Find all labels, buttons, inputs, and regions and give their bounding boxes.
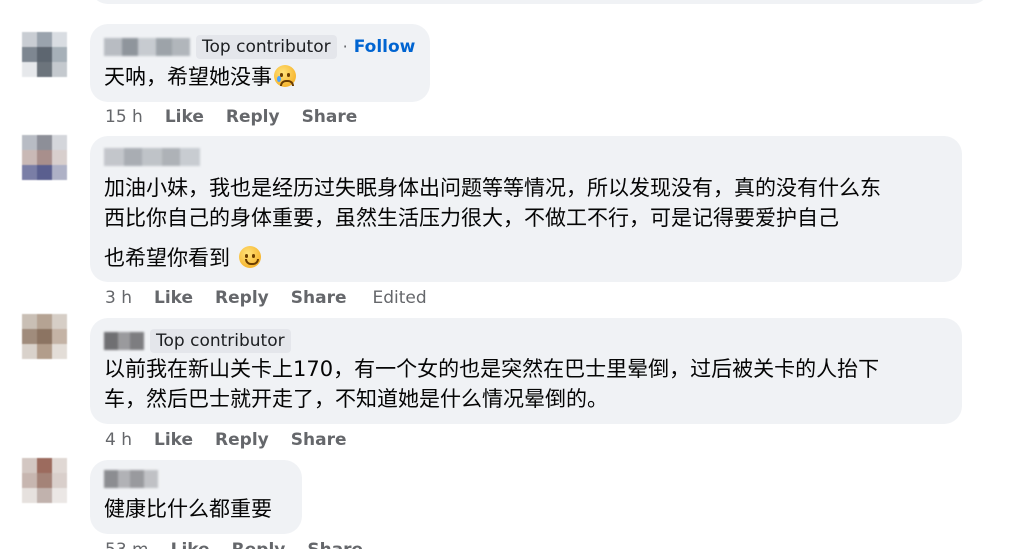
comment-bubble: Top contributor 以前我在新山关卡上170，有一个女的也是突然在巴… bbox=[90, 318, 962, 424]
comment-timestamp[interactable]: 53 m bbox=[105, 539, 149, 549]
comment-text-line: 以前我在新山关卡上170，有一个女的也是突然在巴士里晕倒，过后被关卡的人抬下 bbox=[104, 354, 879, 384]
comment-text-line: 西比你自己的身体重要，虽然生活压力很大，不做工不行，可是记得要爱护自己 bbox=[104, 203, 839, 233]
comment-text: 也希望你看到 bbox=[104, 246, 230, 270]
comment-text: 以前我在新山关卡上170，有一个女的也是突然在巴士里晕倒，过后被关卡的人抬下 bbox=[104, 357, 880, 381]
comment-timestamp[interactable]: 4 h bbox=[105, 429, 132, 451]
comment-actions: 4 h Like Reply Share bbox=[105, 429, 368, 451]
comment-actions: 53 m Like Reply Share bbox=[105, 539, 385, 549]
avatar[interactable] bbox=[22, 135, 68, 181]
redacted-author-name[interactable] bbox=[104, 470, 158, 488]
reply-button[interactable]: Reply bbox=[226, 106, 280, 128]
comment-text-line: 车，然后巴士就开走了，不知道她是什么情况晕倒的。 bbox=[104, 384, 608, 414]
comment-text: 车，然后巴士就开走了，不知道她是什么情况晕倒的。 bbox=[104, 387, 608, 411]
comment-author-row: Top contributor bbox=[104, 329, 291, 353]
follow-button[interactable]: Follow bbox=[354, 36, 416, 58]
reply-button[interactable]: Reply bbox=[215, 287, 269, 309]
comment-bubble: 加油小妹，我也是经历过失眠身体出问题等等情况，所以发现没有，真的没有什么东 西比… bbox=[90, 136, 962, 282]
comment-actions: 3 h Like Reply Share Edited bbox=[105, 287, 427, 309]
comment-text-line: 加油小妹，我也是经历过失眠身体出问题等等情况，所以发现没有，真的没有什么东 bbox=[104, 173, 881, 203]
top-contributor-badge: Top contributor bbox=[196, 35, 337, 59]
separator-dot: · bbox=[342, 37, 348, 56]
redacted-author-name[interactable] bbox=[104, 332, 144, 350]
avatar[interactable] bbox=[22, 314, 68, 360]
like-button[interactable]: Like bbox=[165, 106, 204, 128]
comment-timestamp[interactable]: 3 h bbox=[105, 287, 132, 309]
comments-thread: Top contributor · Follow 天呐，希望她没事 15 h L… bbox=[0, 0, 1020, 549]
comment-text: 健康比什么都重要 bbox=[104, 497, 272, 521]
top-contributor-badge: Top contributor bbox=[150, 329, 291, 353]
like-button[interactable]: Like bbox=[171, 539, 210, 549]
like-button[interactable]: Like bbox=[154, 429, 193, 451]
reply-button[interactable]: Reply bbox=[215, 429, 269, 451]
comment-author-row bbox=[104, 470, 158, 488]
smiling-emoji-icon bbox=[238, 246, 261, 268]
comment-bubble: 健康比什么都重要 bbox=[90, 460, 302, 534]
comment-timestamp[interactable]: 15 h bbox=[105, 106, 143, 128]
comment-text-line: 也希望你看到 bbox=[104, 243, 261, 273]
redacted-author-name[interactable] bbox=[104, 148, 200, 166]
comment-author-row bbox=[104, 148, 200, 166]
comment-bubble: Top contributor · Follow 天呐，希望她没事 bbox=[90, 24, 430, 102]
previous-comment-bubble bbox=[90, 0, 990, 4]
reply-button[interactable]: Reply bbox=[232, 539, 286, 549]
comment-text: 西比你自己的身体重要，虽然生活压力很大，不做工不行，可是记得要爱护自己 bbox=[104, 206, 839, 230]
comment-text-line: 天呐，希望她没事 bbox=[104, 62, 296, 92]
comment-text: 加油小妹，我也是经历过失眠身体出问题等等情况，所以发现没有，真的没有什么东 bbox=[104, 176, 881, 200]
share-button[interactable]: Share bbox=[291, 287, 347, 309]
sad-tear-emoji-icon bbox=[274, 65, 296, 87]
like-button[interactable]: Like bbox=[154, 287, 193, 309]
comment-author-row: Top contributor · Follow bbox=[104, 35, 415, 59]
share-button[interactable]: Share bbox=[291, 429, 347, 451]
avatar[interactable] bbox=[22, 458, 68, 504]
share-button[interactable]: Share bbox=[307, 539, 363, 549]
redacted-author-name[interactable] bbox=[104, 38, 190, 56]
comment-text: 天呐，希望她没事 bbox=[104, 65, 272, 89]
share-button[interactable]: Share bbox=[302, 106, 358, 128]
avatar[interactable] bbox=[22, 32, 68, 78]
edited-label: Edited bbox=[372, 288, 427, 308]
comment-text-line: 健康比什么都重要 bbox=[104, 494, 272, 524]
comment-actions: 15 h Like Reply Share bbox=[105, 106, 379, 128]
